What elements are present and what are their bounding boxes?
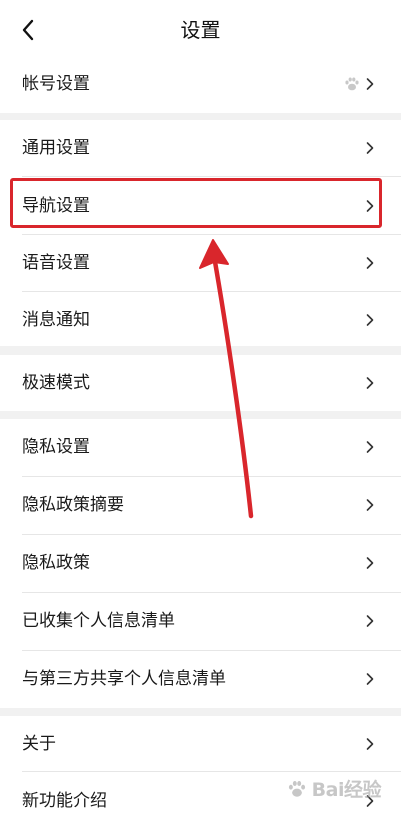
chevron-right-icon: [366, 78, 374, 90]
top-bar: 设置: [0, 0, 401, 60]
row-privacy-policy-summary[interactable]: 隐私政策摘要: [0, 477, 401, 533]
row-label: 通用设置: [22, 138, 90, 158]
row-label: 极速模式: [22, 373, 90, 393]
row-label: 消息通知: [22, 310, 90, 330]
row-label: 隐私政策摘要: [22, 495, 124, 515]
divider: [22, 771, 401, 772]
settings-group-about: 关于 新功能介绍: [0, 716, 401, 822]
row-label: 新功能介绍: [22, 791, 107, 811]
paw-icon: [345, 77, 359, 91]
chevron-right-icon: [366, 314, 374, 326]
chevron-right-icon: [366, 557, 374, 569]
page-title: 设置: [180, 18, 221, 42]
chevron-right-icon: [366, 441, 374, 453]
row-label: 帐号设置: [22, 74, 90, 94]
divider: [22, 176, 401, 177]
row-collected-personal-info[interactable]: 已收集个人信息清单: [0, 593, 401, 649]
row-speed-mode[interactable]: 极速模式: [0, 355, 401, 411]
settings-group-account: 帐号设置: [0, 56, 401, 113]
row-about[interactable]: 关于: [0, 716, 401, 772]
chevron-right-icon: [366, 673, 374, 685]
row-general-settings[interactable]: 通用设置: [0, 120, 401, 176]
chevron-right-icon: [366, 377, 374, 389]
row-label: 关于: [22, 734, 56, 754]
settings-screen: 设置 帐号设置 通用设置 导航设置 语音设置 消息通知 极速模式 隐私设置 隐私…: [0, 0, 401, 822]
row-third-party-shared-info[interactable]: 与第三方共享个人信息清单: [0, 651, 401, 707]
settings-group-general: 通用设置 导航设置 语音设置 消息通知: [0, 120, 401, 346]
settings-group-speed: 极速模式: [0, 355, 401, 411]
chevron-right-icon: [366, 738, 374, 750]
row-message-notification[interactable]: 消息通知: [0, 292, 401, 348]
row-label: 导航设置: [22, 196, 90, 216]
chevron-right-icon: [366, 795, 374, 807]
row-label: 语音设置: [22, 253, 90, 273]
chevron-right-icon: [366, 499, 374, 511]
row-account-settings[interactable]: 帐号设置: [0, 56, 401, 112]
chevron-right-icon: [366, 200, 374, 212]
row-label: 已收集个人信息清单: [22, 611, 175, 631]
chevron-right-icon: [366, 142, 374, 154]
chevron-right-icon: [366, 615, 374, 627]
row-voice-settings[interactable]: 语音设置: [0, 235, 401, 291]
row-label: 隐私政策: [22, 553, 90, 573]
settings-group-privacy: 隐私设置 隐私政策摘要 隐私政策 已收集个人信息清单 与第三方共享个人信息清单: [0, 419, 401, 708]
row-privacy-policy[interactable]: 隐私政策: [0, 535, 401, 591]
row-navigation-settings[interactable]: 导航设置: [0, 178, 401, 234]
row-privacy-settings[interactable]: 隐私设置: [0, 419, 401, 475]
row-label: 隐私设置: [22, 437, 90, 457]
chevron-right-icon: [366, 257, 374, 269]
row-new-features[interactable]: 新功能介绍: [0, 773, 401, 822]
row-label: 与第三方共享个人信息清单: [22, 669, 226, 689]
